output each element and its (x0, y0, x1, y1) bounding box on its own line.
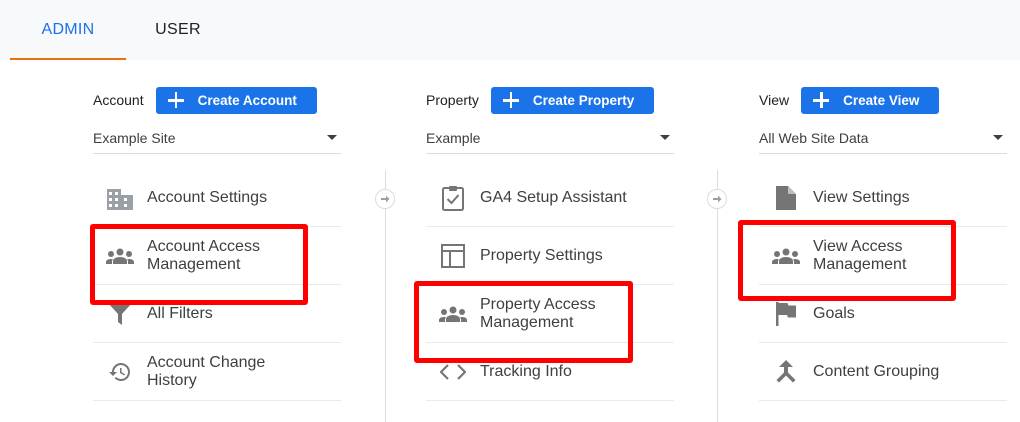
property-label: Property (426, 92, 479, 108)
building-icon (93, 169, 147, 227)
admin-tab-bar: ADMIN USER (0, 0, 1020, 60)
clipboard-check-icon (426, 169, 480, 227)
property-settings-item[interactable]: Property Settings (426, 227, 674, 285)
merge-icon (759, 343, 813, 401)
account-settings-item[interactable]: Account Settings (93, 169, 341, 227)
plus-icon (502, 92, 519, 108)
create-view-label: Create View (843, 92, 920, 108)
plus-icon (167, 92, 184, 108)
document-icon (759, 169, 813, 227)
ga4-setup-assistant-label: GA4 Setup Assistant (480, 188, 627, 206)
property-column: Property Create Property Example GA4 Set… (426, 60, 674, 422)
content-grouping-item[interactable]: Content Grouping (759, 343, 1007, 401)
create-property-button[interactable]: Create Property (490, 86, 655, 114)
chevron-down-icon (993, 135, 1003, 140)
view-selector[interactable]: All Web Site Data (759, 126, 1007, 154)
arrow-right-icon (375, 189, 395, 209)
arrow-right-icon (707, 189, 727, 209)
highlight-box (90, 224, 308, 305)
property-selected-value: Example (426, 130, 481, 146)
ga4-setup-assistant-item[interactable]: GA4 Setup Assistant (426, 169, 674, 227)
chevron-down-icon (660, 135, 670, 140)
account-settings-label: Account Settings (147, 188, 268, 206)
property-selector[interactable]: Example (426, 126, 674, 154)
create-account-button[interactable]: Create Account (155, 86, 317, 114)
account-selector[interactable]: Example Site (93, 126, 341, 154)
view-selected-value: All Web Site Data (759, 130, 869, 146)
account-selected-value: Example Site (93, 130, 176, 146)
view-settings-label: View Settings (813, 188, 910, 206)
highlight-box (738, 220, 956, 301)
tab-admin[interactable]: ADMIN (10, 0, 126, 60)
create-property-label: Create Property (532, 92, 635, 108)
goals-label: Goals (813, 304, 855, 322)
account-change-history-label: Account Change History (147, 353, 266, 389)
property-settings-label: Property Settings (480, 246, 603, 264)
account-label: Account (93, 92, 144, 108)
tab-user[interactable]: USER (138, 0, 218, 60)
all-filters-label: All Filters (147, 304, 213, 322)
chevron-down-icon (327, 135, 337, 140)
tracking-info-label: Tracking Info (480, 362, 572, 380)
create-view-button[interactable]: Create View (801, 86, 940, 114)
create-account-label: Create Account (197, 92, 297, 108)
highlight-box (414, 281, 633, 363)
view-label: View (759, 92, 790, 108)
layout-icon (426, 227, 480, 285)
content-grouping-label: Content Grouping (813, 362, 940, 380)
history-icon (93, 343, 147, 401)
account-change-history-item[interactable]: Account Change History (93, 343, 341, 401)
plus-icon (813, 92, 830, 108)
view-settings-item[interactable]: View Settings (759, 169, 1007, 227)
